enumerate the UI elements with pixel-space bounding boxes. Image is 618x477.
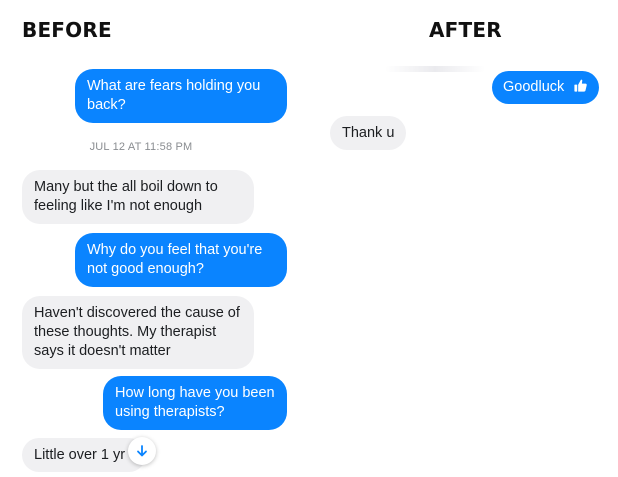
message-timestamp: JUL 12 AT 11:58 PM bbox=[89, 141, 193, 153]
received-message[interactable]: Little over 1 yr bbox=[22, 438, 146, 472]
sent-message[interactable]: How long have you been using therapists? bbox=[103, 376, 287, 430]
after-title: AFTER bbox=[429, 18, 502, 42]
received-message[interactable]: Thank u bbox=[330, 116, 406, 150]
before-title: BEFORE bbox=[22, 18, 112, 42]
received-message[interactable]: Haven't discovered the cause of these th… bbox=[22, 296, 254, 369]
faded-divider bbox=[385, 66, 485, 72]
scroll-down-button[interactable] bbox=[128, 437, 156, 465]
sent-message[interactable]: Why do you feel that you're not good eno… bbox=[75, 233, 287, 287]
sent-message-text: Goodluck bbox=[503, 79, 565, 95]
thumbs-up-icon bbox=[574, 79, 588, 92]
sent-message[interactable]: Goodluck bbox=[492, 71, 599, 104]
received-message[interactable]: Many but the all boil down to feeling li… bbox=[22, 170, 254, 224]
sent-message[interactable]: What are fears holding you back? bbox=[75, 69, 287, 123]
arrow-down-icon bbox=[137, 445, 147, 457]
